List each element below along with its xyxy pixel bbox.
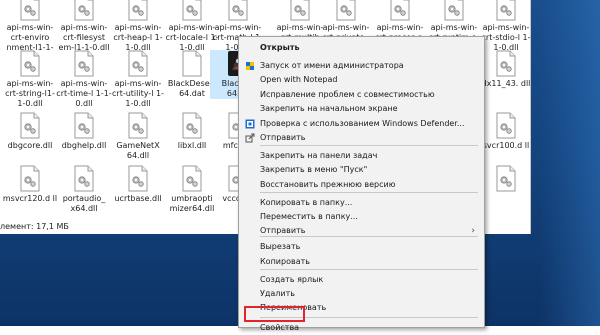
menu-item-label: Закрепить на панели задач: [260, 151, 378, 160]
menu-separator: [260, 269, 478, 270]
menu-item-6[interactable]: Проверка с использованием Windows Defend…: [239, 117, 484, 131]
menu-item-7[interactable]: Отправить: [239, 131, 484, 145]
file-name: svcr100.d ll: [482, 141, 530, 150]
file-name: dx11_43. dll: [481, 79, 531, 88]
menu-item-14[interactable]: Вырезать: [239, 240, 484, 254]
menu-item-label: Закрепить на начальном экране: [260, 104, 398, 113]
dll-file-icon: [110, 0, 166, 21]
file-name: api-ms-win-crt-utility-l 1-1-0.dll: [112, 79, 164, 108]
dll-file-icon: [56, 0, 112, 21]
menu-item-4[interactable]: Исправление проблем с совместимостью: [239, 88, 484, 102]
menu-item-9[interactable]: Закрепить в меню "Пуск": [239, 163, 484, 177]
file-item[interactable]: msvcr120.d ll: [2, 165, 58, 204]
dll-file-icon: [2, 165, 58, 192]
menu-item-12[interactable]: Переместить в папку...: [239, 210, 484, 224]
file-name: api-ms-win-crt-time-l 1-1-0.dll: [56, 79, 112, 108]
menu-item-3[interactable]: Open with Notepad: [239, 73, 484, 87]
menu-separator: [260, 145, 478, 146]
menu-item-5[interactable]: Закрепить на начальном экране: [239, 102, 484, 116]
properties-highlight-box: [244, 306, 305, 322]
menu-item-8[interactable]: Закрепить на панели задач: [239, 149, 484, 163]
file-item[interactable]: api-ms-win-crt-string-l1-1-0.dll: [2, 50, 58, 109]
menu-item-15[interactable]: Копировать: [239, 255, 484, 269]
context-menu: Открыть Запуск от имени администратора Ope…: [238, 36, 485, 332]
file-item[interactable]: [478, 165, 530, 194]
menu-item-label: Исправление проблем с совместимостью: [260, 90, 435, 99]
status-text: лемент: 17,1 МБ: [0, 222, 69, 231]
menu-item-label: Отправить: [260, 133, 306, 142]
file-name: dbghelp.dll: [61, 141, 107, 150]
file-item[interactable]: api-ms-win-crt-heap-l 1-1-0.dll: [110, 0, 166, 53]
file-name: ucrtbase.dll: [114, 194, 162, 203]
menu-item-label: Вырезать: [260, 242, 301, 251]
dll-file-icon: [110, 112, 166, 139]
menu-item-label: Свойства: [260, 323, 300, 332]
dll-file-icon: [56, 112, 112, 139]
menu-item-label: Проверка с использованием Windows Defend…: [260, 119, 465, 128]
menu-item-label: Запуск от имени администратора: [260, 61, 404, 70]
menu-item-label: Открыть: [260, 43, 300, 52]
dll-file-icon: [56, 50, 112, 77]
menu-item-label: Закрепить в меню "Пуск": [260, 165, 368, 174]
file-item[interactable]: dbgcore.dll: [2, 112, 58, 151]
dll-file-icon: [478, 0, 530, 21]
file-item[interactable]: dx11_43. dll: [478, 50, 531, 89]
file-item[interactable]: api-ms-win-crt-filesyst em-l1-1-0.dll: [56, 0, 112, 53]
menu-item-10[interactable]: Восстановить прежнюю версию: [239, 178, 484, 192]
file-item[interactable]: ucrtbase.dll: [110, 165, 166, 204]
dll-file-icon: [56, 165, 112, 192]
file-name: api-ms-win-crt-string-l1-1-0.dll: [5, 79, 55, 108]
file-item[interactable]: api-ms-win-crt-stdio-l 1-1-0.dll: [478, 0, 531, 53]
file-name: api-ms-win-crt-stdio-l 1-1-0.dll: [481, 23, 531, 52]
menu-item-13[interactable]: Отправить ›: [239, 224, 484, 238]
menu-item-label: Восстановить прежнюю версию: [260, 180, 396, 189]
menu-item-label: Создать ярлык: [260, 275, 324, 284]
menu-item-16[interactable]: Создать ярлык: [239, 273, 484, 287]
file-item[interactable]: dbghelp.dll: [56, 112, 112, 151]
file-item[interactable]: api-ms-win-crt-time-l 1-1-0.dll: [56, 50, 112, 109]
dll-file-icon: [110, 165, 166, 192]
dll-file-icon: [372, 0, 428, 21]
menu-item-label: Копировать в папку...: [260, 198, 353, 207]
menu-item-11[interactable]: Копировать в папку...: [239, 196, 484, 210]
menu-item-19[interactable]: Свойства: [239, 321, 484, 335]
dll-file-icon: [2, 50, 58, 77]
file-item[interactable]: GameNetX 64.dll: [110, 112, 166, 161]
dll-file-icon: [2, 0, 58, 21]
menu-item-17[interactable]: Удалить: [239, 287, 484, 301]
menu-item-2[interactable]: Запуск от имени администратора: [239, 59, 484, 73]
chevron-right-icon: ›: [471, 226, 475, 236]
dll-file-icon: [110, 50, 166, 77]
dll-file-icon: [426, 0, 482, 21]
menu-item-label: Удалить: [260, 289, 295, 298]
file-name: dbgcore.dll: [7, 141, 53, 150]
dll-file-icon: [478, 50, 530, 77]
menu-item-label: Отправить: [260, 226, 306, 235]
dll-file-icon: [210, 0, 266, 21]
dll-file-icon: [2, 112, 58, 139]
menu-item-label: Переместить в папку...: [260, 212, 358, 221]
file-name: api-ms-win-crt-filesyst em-l1-1-0.dll: [58, 23, 110, 52]
file-item[interactable]: portaudio_ x64.dll: [56, 165, 112, 214]
dll-file-icon: [478, 165, 530, 192]
file-name: api-ms-win-crt-heap-l 1-1-0.dll: [113, 23, 163, 52]
file-name: GameNetX 64.dll: [116, 141, 160, 160]
menu-separator: [260, 192, 478, 193]
menu-item-1[interactable]: Открыть: [239, 41, 484, 55]
file-item[interactable]: svcr100.d ll: [478, 112, 530, 151]
menu-item-label: Open with Notepad: [260, 75, 338, 84]
menu-item-label: Копировать: [260, 257, 310, 266]
file-name: msvcr120.d ll: [2, 194, 58, 203]
dll-file-icon: [478, 112, 530, 139]
dll-file-icon: [318, 0, 374, 21]
file-item[interactable]: api-ms-win-crt-utility-l 1-1-0.dll: [110, 50, 166, 109]
file-name: portaudio_ x64.dll: [62, 194, 106, 213]
